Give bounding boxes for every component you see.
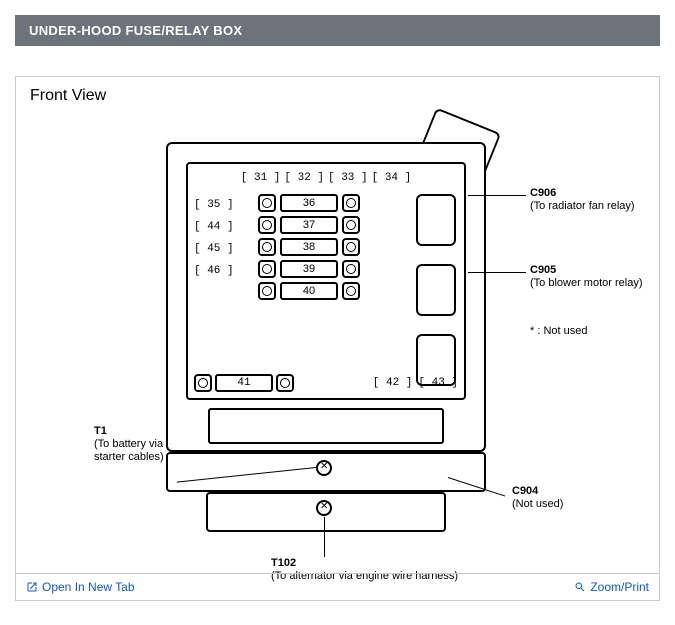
slot-45: [ 45 ] <box>194 238 234 260</box>
left-bracket-column: [ 35 ] [ 44 ] [ 45 ] [ 46 ] <box>194 194 234 282</box>
slot-46: [ 46 ] <box>194 260 234 282</box>
zoom-print-label: Zoom/Print <box>590 580 649 594</box>
zoom-print-link[interactable]: Zoom/Print <box>574 580 649 594</box>
fuse-row-37: 37 <box>258 216 360 234</box>
external-link-icon <box>26 581 38 593</box>
section-header: UNDER-HOOD FUSE/RELAY BOX <box>15 15 660 46</box>
open-new-tab-link[interactable]: Open In New Tab <box>26 580 135 594</box>
diagram-title: Front View <box>30 87 106 105</box>
slot-34: [ 34 ] <box>372 172 412 184</box>
fusebox-outer: [ 31 ] [ 32 ] [ 33 ] [ 34 ] [ 35 ] [ 44 … <box>166 142 486 452</box>
fusebox-bottom-lip <box>208 408 444 444</box>
slot-35: [ 35 ] <box>194 194 234 216</box>
bottom-row: 41 [ 42 ] [ 43 ] <box>194 374 458 392</box>
header-title: UNDER-HOOD FUSE/RELAY BOX <box>29 23 242 38</box>
terminal-t1-screw <box>316 460 332 476</box>
diagram-canvas: [ 31 ] [ 32 ] [ 33 ] [ 34 ] [ 35 ] [ 44 … <box>16 107 659 572</box>
open-new-tab-label: Open In New Tab <box>42 580 135 594</box>
leader-c905 <box>468 272 526 273</box>
search-icon <box>574 581 586 593</box>
fuse-row-38: 38 <box>258 238 360 256</box>
fuse-row-39: 39 <box>258 260 360 278</box>
relay-column <box>416 194 456 386</box>
callout-c906: C906(To radiator fan relay) <box>530 187 635 213</box>
slot-33: [ 33 ] <box>328 172 368 184</box>
top-bracket-row: [ 31 ] [ 32 ] [ 33 ] [ 34 ] <box>194 172 458 184</box>
slot-32: [ 32 ] <box>284 172 324 184</box>
fuse-row-40: 40 <box>258 282 360 300</box>
fusebox-inner: [ 31 ] [ 32 ] [ 33 ] [ 34 ] [ 35 ] [ 44 … <box>186 162 466 400</box>
not-used-note: * : Not used <box>530 325 587 337</box>
slot-31: [ 31 ] <box>241 172 281 184</box>
callout-t1: T1 (To battery via starter cables) <box>94 425 164 464</box>
slot-43: [ 43 ] <box>418 377 458 389</box>
leader-t102 <box>324 517 325 557</box>
diagram-footer: Open In New Tab Zoom/Print <box>16 573 659 600</box>
center-fuse-stack: 36 37 38 39 40 <box>258 194 360 304</box>
leader-c906 <box>468 195 526 196</box>
terminal-t102-screw <box>316 500 332 516</box>
diagram-frame: Front View [ 31 ] [ 32 ] [ 33 ] [ 34 ] [… <box>15 76 660 601</box>
fuse-41: 41 <box>194 374 294 392</box>
callout-c905: C905(To blower motor relay) <box>530 264 642 290</box>
fuse-row-36: 36 <box>258 194 360 212</box>
relay-c906 <box>416 194 456 246</box>
callout-c904: C904(Not used) <box>512 485 563 511</box>
relay-c905 <box>416 264 456 316</box>
slot-44: [ 44 ] <box>194 216 234 238</box>
slot-42: [ 42 ] <box>373 377 413 389</box>
